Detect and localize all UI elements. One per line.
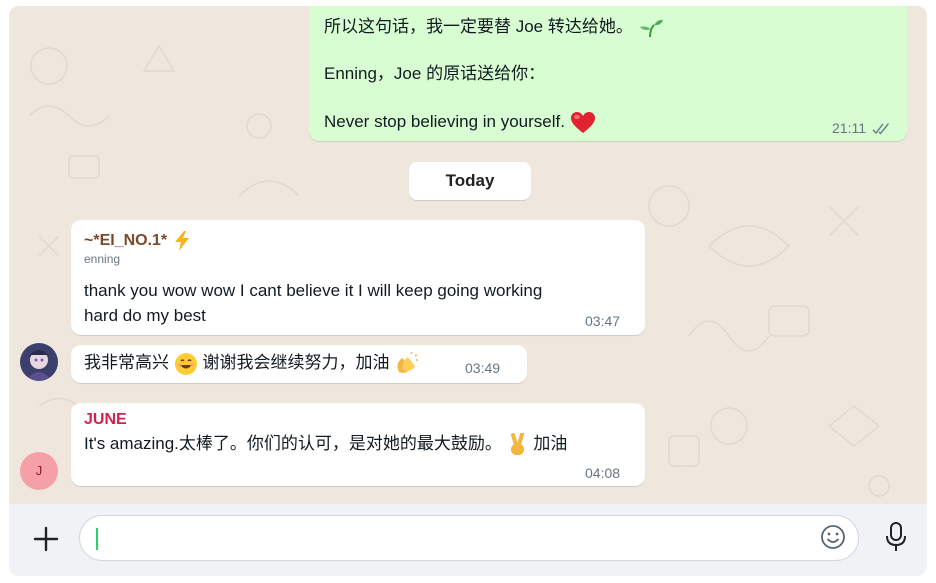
message-time: 03:49 (465, 360, 501, 376)
message-time: 04:08 (585, 465, 621, 481)
red-heart-icon (570, 111, 595, 133)
message-text: 我非常高兴 (84, 353, 169, 372)
avatar[interactable]: J (20, 452, 58, 490)
message-list: 所以这句话，我一定要替 Joe 转达给她。 Enning，Joe 的原话送给你：… (9, 6, 927, 496)
message-text-line: hard do my best (84, 306, 206, 325)
message-input[interactable] (102, 524, 806, 556)
sender-name[interactable]: JUNE (84, 408, 127, 432)
avatar[interactable] (20, 343, 58, 381)
text-caret (96, 528, 98, 550)
chat-window: 所以这句话，我一定要替 Joe 转达给她。 Enning，Joe 的原话送给你：… (9, 6, 927, 576)
clapping-hands-icon (397, 351, 419, 373)
message-time: 03:47 (585, 313, 621, 329)
message-time: 21:11 (832, 120, 866, 136)
message-text-line: Never stop believing in yourself. (324, 112, 565, 131)
lightning-icon (174, 230, 189, 251)
message-input-box[interactable] (79, 515, 859, 561)
message-text-line: thank you wow wow I cant believe it I wi… (84, 281, 543, 300)
sender-name[interactable]: ~*EI_NO.1* (84, 232, 167, 249)
avatar-image (20, 343, 58, 381)
message-text: 加油 (533, 434, 568, 453)
incoming-message[interactable]: JUNE It's amazing.太棒了。你们的认可，是对她的最大鼓励。 加油… (71, 403, 645, 486)
voice-message-button[interactable] (882, 520, 910, 554)
smiley-icon (821, 525, 845, 549)
sender-subtitle: enning (84, 252, 121, 266)
message-text-line: Enning，Joe 的原话送给你： (324, 64, 546, 83)
outgoing-message[interactable]: 所以这句话，我一定要替 Joe 转达给她。 Enning，Joe 的原话送给你：… (309, 6, 907, 141)
plus-icon (33, 526, 59, 552)
incoming-message[interactable]: ~*EI_NO.1* enning thank you wow wow I ca… (71, 220, 645, 335)
microphone-icon (886, 522, 906, 551)
message-text-line: 所以这句话，我一定要替 Joe 转达给她。 (324, 17, 633, 36)
emoji-button[interactable] (819, 523, 847, 551)
victory-hand-icon (510, 432, 524, 455)
seedling-icon (639, 19, 663, 37)
date-divider: Today (409, 162, 531, 200)
message-composer (9, 504, 927, 576)
attach-button[interactable] (31, 524, 61, 554)
incoming-message[interactable]: 我非常高兴 谢谢我会继续努力，加油 03:49 (71, 345, 527, 383)
message-text: 谢谢我会继续努力，加油 (202, 353, 390, 372)
message-text: It's amazing.太棒了。你们的认可，是对她的最大鼓励。 (84, 434, 502, 453)
double-check-icon (872, 123, 889, 135)
smiling-face-icon (174, 352, 197, 375)
